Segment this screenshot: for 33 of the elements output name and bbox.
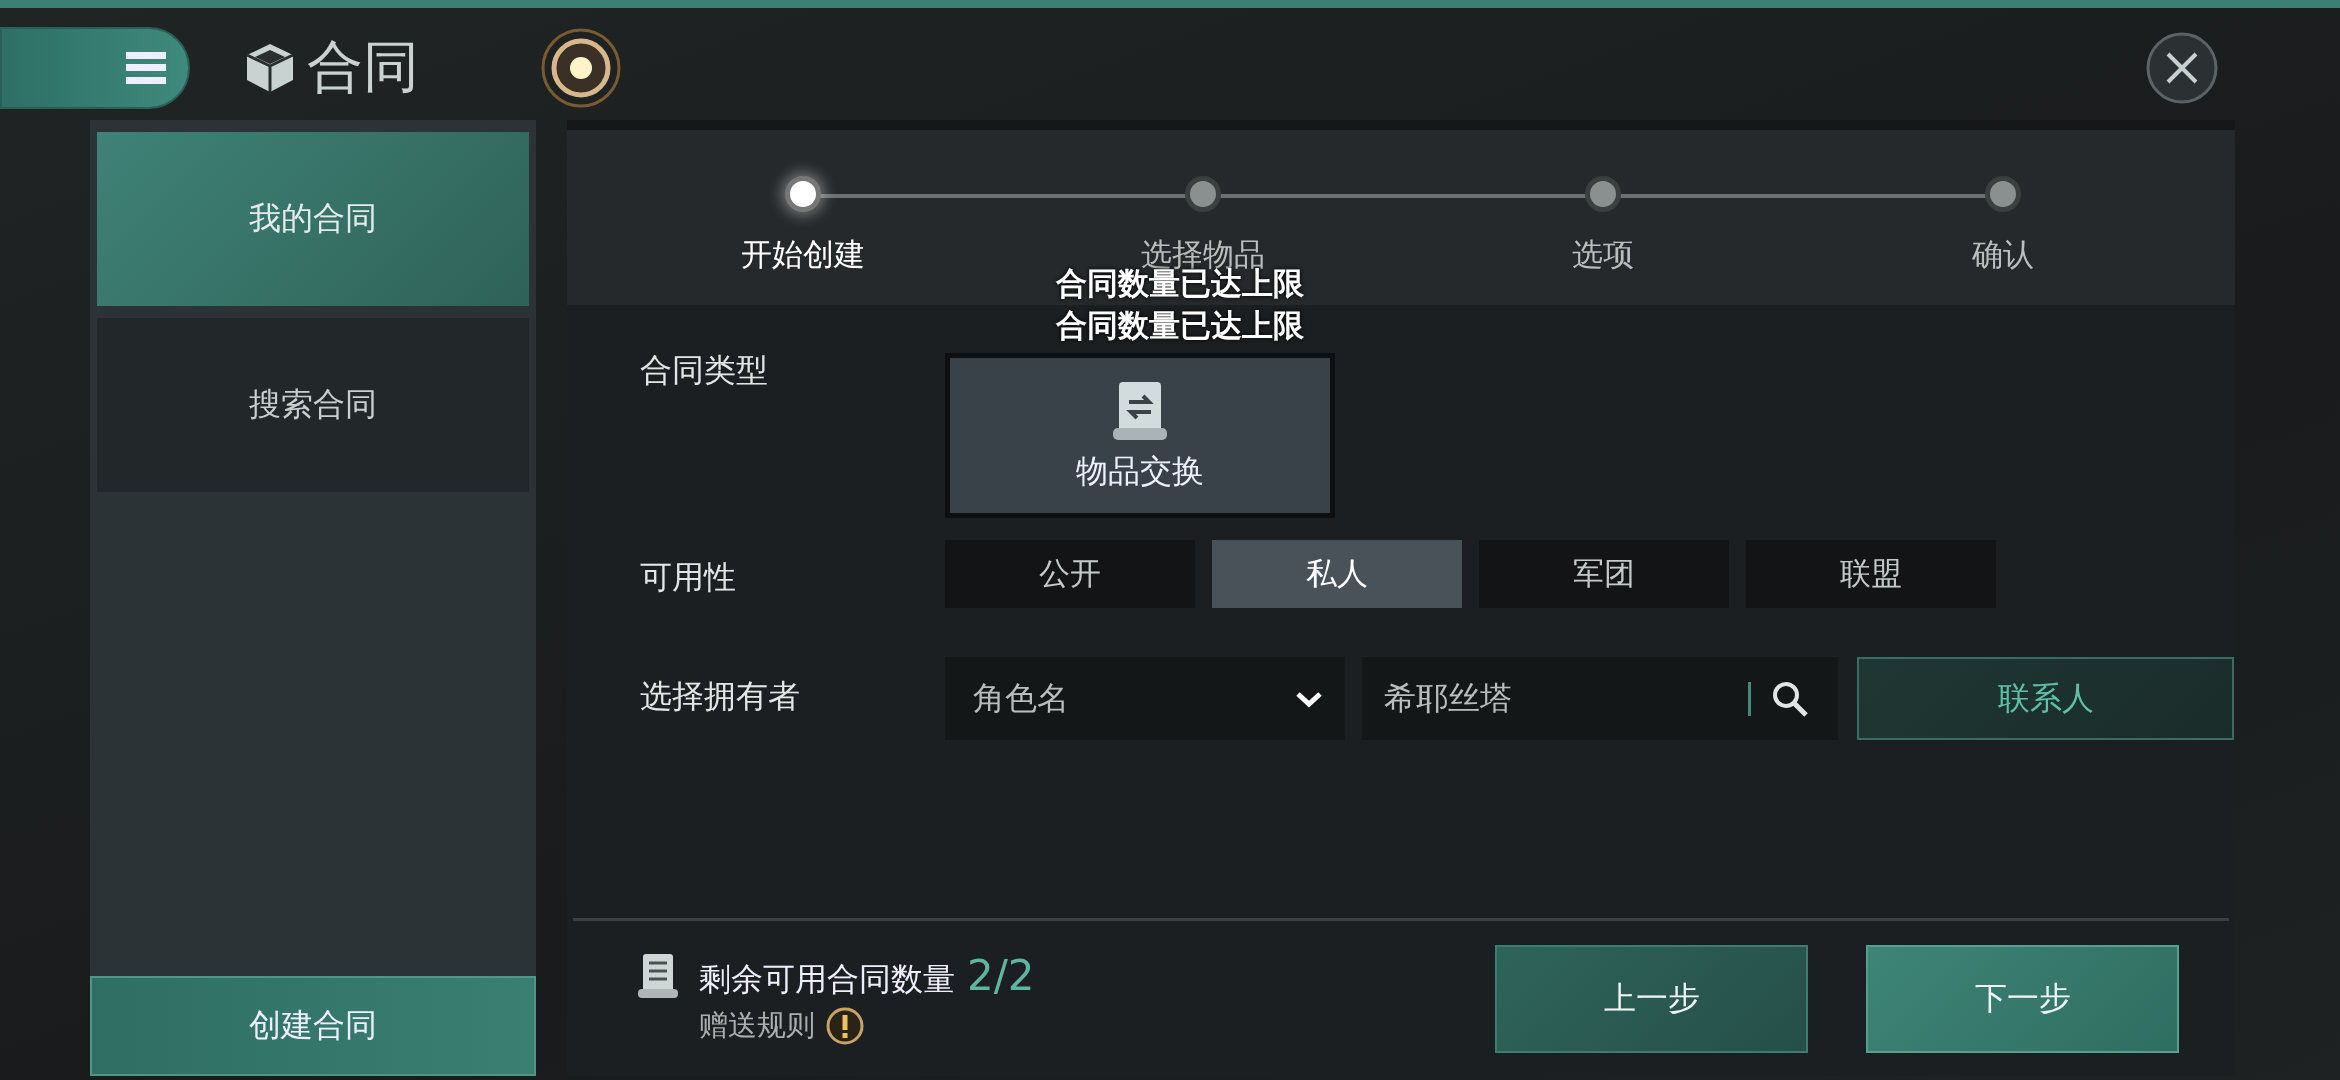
toast-message: 合同数量已达上限 xyxy=(1056,306,1304,345)
create-contract-button[interactable]: 创建合同 xyxy=(90,976,536,1076)
field-label: 可用性 xyxy=(640,557,737,598)
menu-button[interactable] xyxy=(0,27,190,109)
sidebar-tab[interactable]: 搜索合同 xyxy=(97,318,529,492)
glowing-orb-icon[interactable] xyxy=(539,26,623,110)
search-button[interactable] xyxy=(1748,657,1838,740)
remaining-contracts-label: 剩余可用合同数量 xyxy=(699,959,955,1000)
cube-icon xyxy=(245,42,295,94)
chevron-down-icon xyxy=(1295,689,1323,708)
availability-tab[interactable]: 联盟 xyxy=(1746,540,1996,608)
step-label: 确认 xyxy=(1972,235,2034,274)
name-type-dropdown[interactable]: 角色名 xyxy=(945,657,1345,740)
exclamation-icon[interactable] xyxy=(825,1006,865,1046)
field-label: 选择拥有者 xyxy=(640,676,801,717)
sidebar-tab[interactable]: 我的合同 xyxy=(97,132,529,306)
contract-type-card[interactable]: 物品交换 xyxy=(945,353,1335,518)
availability-tab[interactable]: 军团 xyxy=(1479,540,1729,608)
scroll-icon xyxy=(635,951,681,1001)
step-label: 开始创建 xyxy=(741,235,865,274)
remaining-count: 2/2 xyxy=(967,951,1035,1000)
close-icon[interactable] xyxy=(2144,30,2220,106)
availability-tab[interactable]: 公开 xyxy=(945,540,1195,608)
rules-link[interactable]: 赠送规则 xyxy=(699,1006,815,1046)
window-title: 合同 xyxy=(307,33,419,101)
next-button[interactable]: 下一步 xyxy=(1866,944,2179,1053)
availability-tab[interactable]: 私人 xyxy=(1212,540,1462,608)
search-field[interactable]: 希耶丝塔 xyxy=(1362,657,1748,740)
contacts-button[interactable]: 联系人 xyxy=(1857,657,2234,740)
previous-button[interactable]: 上一步 xyxy=(1495,944,1808,1053)
menu-icon[interactable] xyxy=(124,50,168,86)
field-label: 合同类型 xyxy=(640,350,769,391)
step-label: 选项 xyxy=(1572,235,1634,274)
